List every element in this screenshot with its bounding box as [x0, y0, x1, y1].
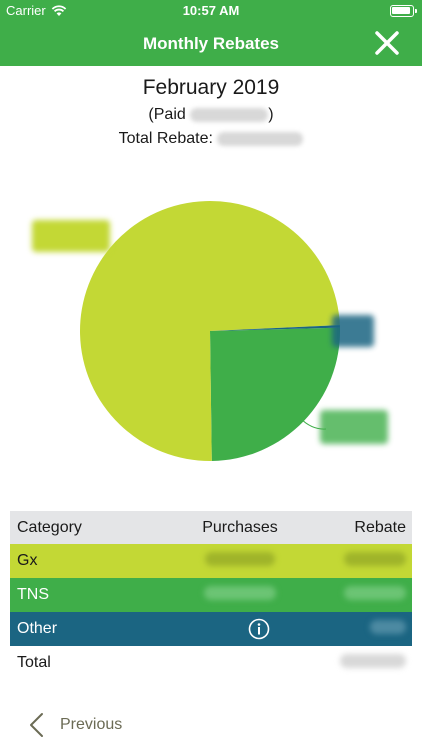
table-header: Category Purchases Rebate	[10, 511, 412, 544]
rebate-summary: February 2019 (Paid ) Total Rebate:	[0, 76, 422, 148]
row-category: Other	[17, 620, 58, 637]
gx-callout-redacted	[32, 220, 110, 252]
tns-callout-redacted	[320, 410, 388, 444]
col-rebate: Rebate	[354, 518, 406, 536]
row-purchases-redacted	[190, 551, 290, 571]
previous-button[interactable]: Previous	[28, 712, 122, 738]
footer: Previous	[0, 700, 422, 750]
total-rebate-label: Total Rebate:	[118, 130, 213, 147]
close-icon[interactable]	[374, 30, 400, 56]
paid-line: (Paid )	[0, 106, 422, 124]
battery-icon	[390, 5, 417, 17]
row-rebate-redacted	[370, 619, 406, 639]
row-category: Gx	[17, 552, 38, 569]
month-title: February 2019	[142, 76, 280, 99]
total-rebate-redacted	[217, 131, 304, 146]
table-row: Total	[10, 646, 412, 680]
row-rebate-redacted	[344, 551, 406, 571]
page-title: Monthly Rebates	[142, 34, 280, 53]
row-rebate-redacted	[344, 585, 406, 605]
rebate-pie-chart	[0, 180, 422, 480]
table-row: TNS	[10, 578, 412, 612]
rebate-table: Category Purchases Rebate Gx TNS Other T…	[10, 511, 412, 680]
row-rebate-redacted	[340, 653, 406, 673]
row-category: Total	[17, 654, 51, 671]
status-bar: Carrier 10:57 AM	[0, 0, 422, 22]
paid-suffix: )	[268, 106, 274, 123]
chevron-left-icon	[30, 713, 43, 737]
nav-bar: Monthly Rebates	[0, 22, 422, 66]
col-purchases: Purchases	[202, 518, 278, 536]
total-rebate-line: Total Rebate:	[0, 130, 422, 148]
info-icon[interactable]	[248, 618, 270, 640]
table-row: Other	[10, 612, 412, 646]
row-purchases-redacted	[190, 585, 290, 605]
clock: 10:57 AM	[182, 3, 240, 18]
other-callout-redacted	[332, 315, 374, 347]
row-category: TNS	[17, 586, 49, 603]
col-category: Category	[17, 518, 82, 536]
paid-date-redacted	[190, 107, 269, 122]
paid-prefix: (Paid	[148, 106, 186, 123]
previous-label: Previous	[60, 716, 123, 733]
table-row: Gx	[10, 544, 412, 578]
